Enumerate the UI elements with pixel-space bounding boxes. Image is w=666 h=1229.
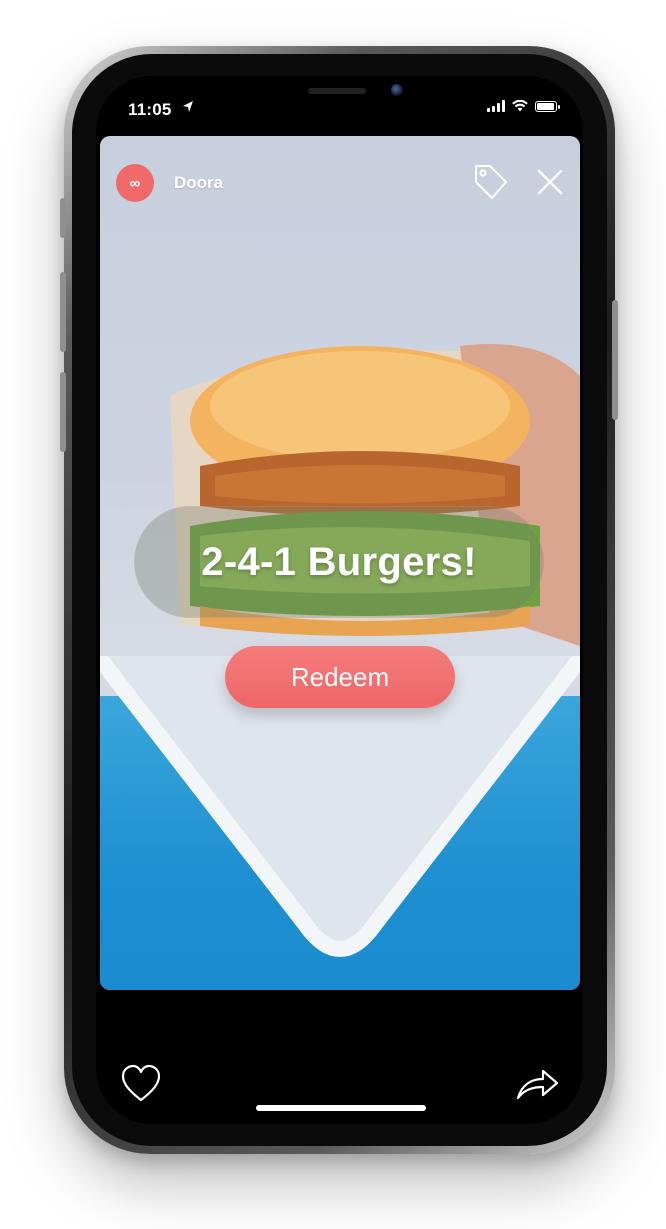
share-icon[interactable]	[514, 1066, 560, 1102]
speaker-grille	[308, 88, 366, 94]
story-card[interactable]: ∞ Doora 2-4-1 Burgers! Redeem	[100, 136, 580, 990]
promo-text: 2-4-1 Burgers!	[201, 539, 477, 584]
heart-icon[interactable]	[120, 1064, 162, 1104]
battery-fill	[537, 102, 555, 110]
tag-icon[interactable]	[470, 162, 510, 202]
battery-icon	[535, 100, 560, 112]
status-icons	[487, 100, 560, 112]
bottom-bar	[96, 990, 583, 1124]
home-indicator[interactable]	[256, 1105, 426, 1111]
promo-banner: 2-4-1 Burgers!	[134, 506, 544, 618]
mute-switch	[60, 198, 66, 238]
status-time: 11:05	[128, 100, 172, 119]
close-icon[interactable]	[536, 168, 564, 196]
volume-up-button	[60, 272, 66, 352]
power-button	[612, 300, 618, 420]
brand-avatar[interactable]: ∞	[116, 164, 154, 202]
phone-screen: 11:05 ∞ Doora 2-4-1 Burgers! Redeem	[96, 76, 583, 1124]
wifi-icon	[512, 100, 528, 112]
redeem-button[interactable]: Redeem	[225, 646, 455, 708]
brand-name[interactable]: Doora	[174, 173, 223, 193]
volume-down-button	[60, 372, 66, 452]
location-arrow-icon	[183, 101, 193, 112]
front-camera	[391, 84, 403, 96]
story-header: ∞ Doora	[116, 164, 223, 202]
signal-icon	[487, 100, 505, 112]
